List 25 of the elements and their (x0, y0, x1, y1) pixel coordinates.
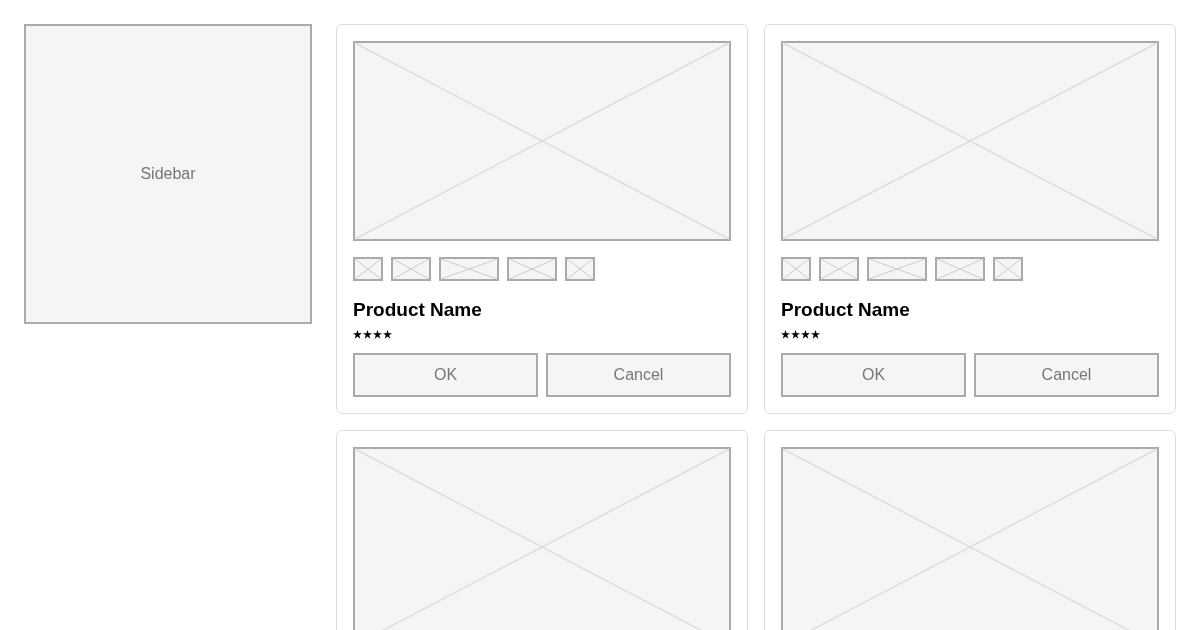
sidebar-label: Sidebar (140, 165, 196, 183)
star-icon (781, 330, 790, 339)
product-name: Product Name (353, 299, 483, 321)
star-icon (363, 330, 372, 339)
star-icon (811, 330, 820, 339)
thumbnail-placeholder[interactable] (781, 257, 811, 281)
ok-button[interactable]: OK (781, 353, 966, 397)
thumbnail-placeholder[interactable] (819, 257, 859, 281)
thumbnail-placeholder[interactable] (993, 257, 1023, 281)
star-icon (801, 330, 810, 339)
product-name: Product Name (781, 299, 911, 321)
thumbnail-placeholder[interactable] (391, 257, 431, 281)
star-icon (791, 330, 800, 339)
thumbnail-placeholder[interactable] (353, 257, 383, 281)
thumbnail-placeholder[interactable] (507, 257, 557, 281)
star-icon (383, 330, 392, 339)
thumbnail-placeholder[interactable] (565, 257, 595, 281)
thumbnail-placeholder[interactable] (439, 257, 499, 281)
cancel-button[interactable]: Cancel (546, 353, 731, 397)
star-icon (353, 330, 362, 339)
thumbnail-placeholder[interactable] (867, 257, 927, 281)
cancel-button[interactable]: Cancel (974, 353, 1159, 397)
thumbnail-placeholder[interactable] (935, 257, 985, 281)
star-icon (373, 330, 382, 339)
ok-button[interactable]: OK (353, 353, 538, 397)
